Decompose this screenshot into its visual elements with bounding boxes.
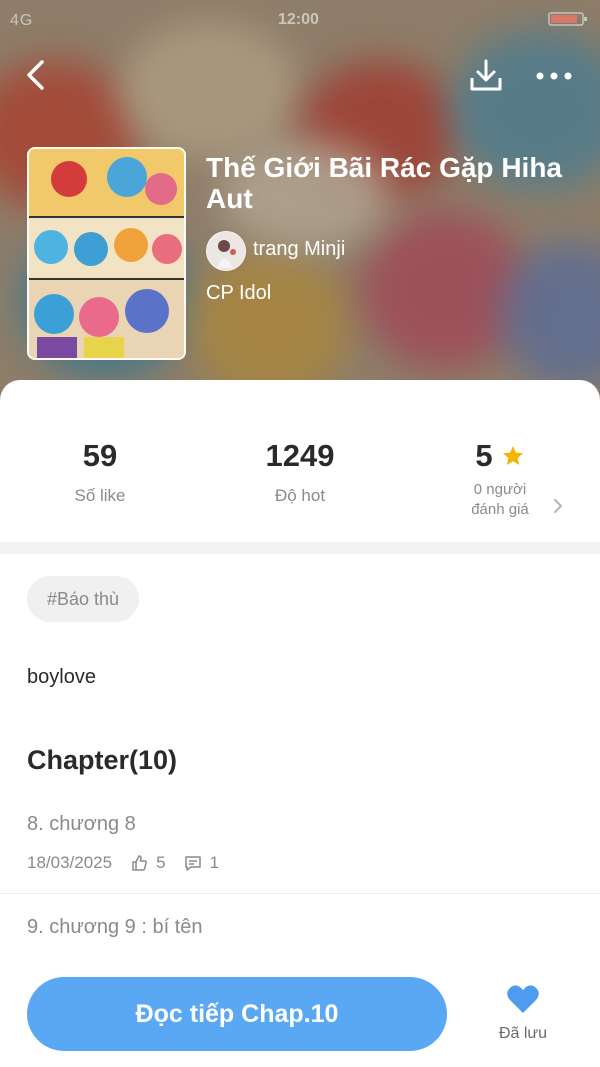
download-icon [470, 59, 502, 91]
status-bar: 4G 12:00 [0, 0, 600, 40]
chapter-name: 8. chương 8 [27, 813, 136, 835]
section-divider [0, 542, 600, 554]
battery-icon [548, 11, 588, 32]
more-icon [536, 72, 572, 80]
rating-value-row: 5 [440, 438, 560, 474]
comment-icon [184, 856, 201, 871]
chevron-right-icon[interactable] [552, 498, 564, 519]
chapter-item[interactable]: 9. chương 9 : bí tên [27, 916, 600, 939]
continue-reading-button[interactable]: Đọc tiếp Chap.10 [27, 977, 447, 1051]
chapter-date: 18/03/2025 [27, 853, 113, 872]
stat-hot: 1249 Độ hot [230, 438, 370, 506]
hot-count: 1249 [265, 438, 335, 473]
rating-label-line1: 0 người [473, 481, 527, 498]
network-indicator: 4G [10, 12, 34, 29]
star-icon [502, 446, 523, 465]
hot-label: Độ hot [274, 486, 326, 505]
book-description: boylove [27, 666, 96, 688]
likes-label: Số like [74, 486, 126, 505]
chapter-comments: 1 [209, 853, 220, 872]
status-time: 12:00 [278, 11, 319, 28]
rating-value: 5 [475, 438, 493, 473]
author-avatar[interactable] [206, 231, 246, 271]
stat-rating[interactable]: 5 0 người đánh giá [440, 438, 560, 520]
rating-label-line2: đánh giá [471, 501, 529, 518]
row-divider [0, 893, 600, 894]
book-cover [27, 147, 186, 360]
tag-chip[interactable]: #Báo thù [27, 576, 140, 622]
thumbs-up-icon [132, 855, 147, 871]
heart-icon [507, 985, 539, 1013]
saved-button[interactable]: Đã lưu [490, 984, 556, 1043]
chapter-meta: 18/03/2025 5 1 [27, 853, 600, 873]
back-button[interactable] [20, 58, 54, 92]
rating-label: 0 người đánh giá [440, 480, 560, 520]
chapter-name: 9. chương 9 : bí tên [27, 916, 203, 938]
book-title: Thế Giới Bãi Rác Gặp Hiha Aut [206, 152, 562, 214]
more-options-button[interactable] [534, 66, 574, 86]
chapter-heading: Chapter(10) [27, 745, 178, 775]
likes-count: 59 [82, 438, 118, 473]
chapter-item[interactable]: 8. chương 8 18/03/2025 5 1 [27, 813, 600, 873]
saved-label: Đã lưu [498, 1025, 548, 1042]
author-name[interactable]: trang Minji [253, 238, 345, 261]
stat-likes: 59 Số like [40, 438, 160, 506]
chapter-likes: 5 [156, 853, 166, 872]
book-category[interactable]: CP Idol [206, 282, 271, 305]
download-button[interactable] [468, 58, 504, 94]
